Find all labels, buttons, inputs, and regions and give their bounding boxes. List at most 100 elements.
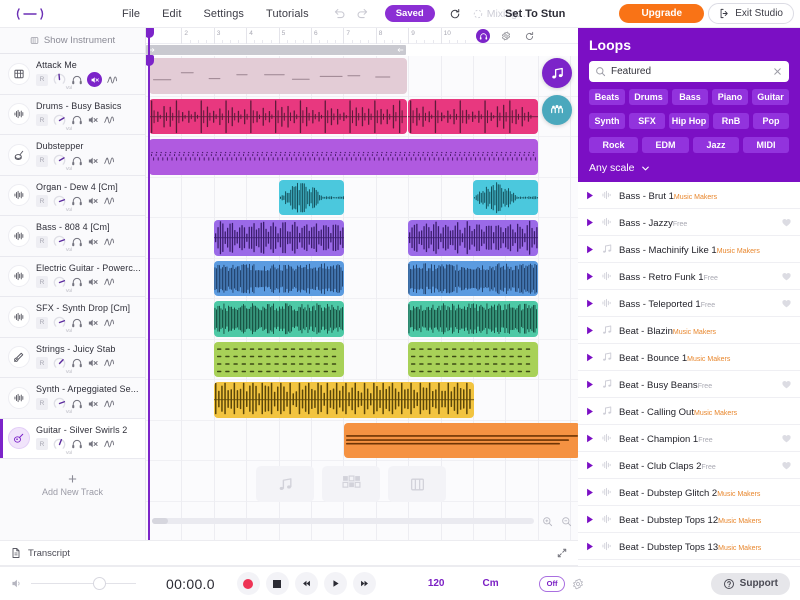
loop-preview-play-icon[interactable]	[584, 217, 595, 228]
gear-icon[interactable]	[499, 29, 513, 43]
refresh-icon[interactable]	[449, 8, 461, 20]
zoom-in-icon[interactable]	[542, 516, 553, 527]
loop-preview-play-icon[interactable]	[584, 487, 595, 498]
track-volume-knob[interactable]: Vol	[52, 315, 67, 330]
audio-clip[interactable]	[214, 382, 474, 418]
track-volume-knob[interactable]: Vol	[52, 275, 67, 290]
track-automation-icon[interactable]	[103, 236, 115, 248]
loop-list-item-13[interactable]: Beat - Dubstep Tops 13Music Makers	[578, 533, 800, 560]
track-automation-icon[interactable]	[103, 438, 115, 450]
scrollbar-thumb[interactable]	[152, 518, 168, 524]
loop-icon[interactable]	[522, 29, 536, 43]
loop-list-item-1[interactable]: Bass - JazzyFree	[578, 209, 800, 236]
audio-clip[interactable]	[214, 301, 344, 337]
track-row-6[interactable]: SFX - Synth Drop [Cm]RVol	[0, 297, 145, 338]
track-volume-knob[interactable]: Vol	[52, 396, 67, 411]
audio-clip[interactable]	[408, 342, 538, 378]
audio-clip[interactable]	[149, 99, 407, 135]
track-row-0[interactable]: Attack MeRVol	[0, 54, 145, 95]
track-solo-icon[interactable]	[71, 357, 83, 369]
track-row-2[interactable]: DubstepperRVol	[0, 135, 145, 176]
headphone-icon[interactable]	[476, 29, 490, 43]
menu-file[interactable]: File	[122, 8, 140, 20]
track-solo-icon[interactable]	[71, 276, 83, 288]
track-solo-icon[interactable]	[71, 74, 83, 86]
track-record-arm-button[interactable]: R	[36, 438, 48, 450]
audio-clip[interactable]	[408, 261, 538, 297]
favorite-icon[interactable]	[781, 379, 792, 390]
track-mute-icon[interactable]	[87, 195, 99, 207]
track-solo-icon[interactable]	[71, 398, 83, 410]
placeholder-music-note[interactable]	[256, 466, 314, 502]
track-solo-icon[interactable]	[71, 317, 83, 329]
favorite-icon[interactable]	[781, 217, 792, 228]
track-row-5[interactable]: Electric Guitar - Powerc...RVol	[0, 257, 145, 298]
loop-list-item-12[interactable]: Beat - Dubstep Tops 12Music Makers	[578, 506, 800, 533]
loop-list-item-2[interactable]: Bass - Machinify Like 1Music Makers	[578, 236, 800, 263]
volume-icon[interactable]	[10, 577, 23, 590]
placeholder-pads-grid[interactable]	[322, 466, 380, 502]
track-record-arm-button[interactable]: R	[36, 195, 48, 207]
loop-preview-play-icon[interactable]	[584, 244, 595, 255]
menu-tutorials[interactable]: Tutorials	[266, 8, 309, 20]
loop-preview-play-icon[interactable]	[584, 325, 595, 336]
upgrade-button[interactable]: Upgrade	[619, 4, 704, 23]
record-button[interactable]	[237, 572, 260, 595]
track-record-arm-button[interactable]: R	[36, 357, 48, 369]
track-automation-icon[interactable]	[103, 155, 115, 167]
menu-edit[interactable]: Edit	[162, 8, 181, 20]
track-volume-knob[interactable]: Vol	[52, 113, 67, 128]
loop-list-item-9[interactable]: Beat - Champion 1Free	[578, 425, 800, 452]
track-row-1[interactable]: Drums - Busy BasicsRVol	[0, 95, 145, 136]
track-row-9[interactable]: Guitar - Silver Swirls 2RVol	[0, 419, 145, 460]
track-automation-icon[interactable]	[103, 276, 115, 288]
zoom-out-icon[interactable]	[561, 516, 572, 527]
track-mute-icon[interactable]	[87, 317, 99, 329]
loops-search-input[interactable]	[611, 66, 767, 77]
favorite-icon[interactable]	[781, 298, 792, 309]
loop-list-item-7[interactable]: Beat - Busy BeansFree	[578, 371, 800, 398]
chip-rock[interactable]: Rock	[589, 137, 638, 153]
metronome-toggle[interactable]: Off	[539, 576, 566, 592]
track-solo-icon[interactable]	[71, 195, 83, 207]
menu-settings[interactable]: Settings	[203, 8, 244, 20]
chip-bass[interactable]: Bass	[672, 89, 708, 105]
track-row-3[interactable]: Organ - Dew 4 [Cm]RVol	[0, 176, 145, 217]
track-mute-icon[interactable]	[87, 236, 99, 248]
loop-preview-play-icon[interactable]	[584, 379, 595, 390]
track-record-arm-button[interactable]: R	[36, 276, 48, 288]
track-automation-icon[interactable]	[103, 114, 115, 126]
chip-piano[interactable]: Piano	[712, 89, 748, 105]
chip-sfx[interactable]: SFX	[629, 113, 665, 129]
volume-slider[interactable]	[31, 577, 136, 591]
loop-list-item-8[interactable]: Beat - Calling OutMusic Makers	[578, 398, 800, 425]
audio-clip[interactable]	[408, 99, 538, 135]
chip-drums[interactable]: Drums	[629, 89, 668, 105]
loop-preview-play-icon[interactable]	[584, 460, 595, 471]
loop-preview-play-icon[interactable]	[584, 433, 595, 444]
audio-clip[interactable]	[214, 342, 344, 378]
collaborators-fab[interactable]	[542, 95, 572, 125]
track-mute-icon[interactable]	[87, 276, 99, 288]
loop-preview-play-icon[interactable]	[584, 271, 595, 282]
audio-clip[interactable]	[149, 58, 407, 94]
track-solo-icon[interactable]	[71, 114, 83, 126]
track-volume-knob[interactable]: Vol	[52, 356, 67, 371]
favorite-icon[interactable]	[781, 271, 792, 282]
track-row-4[interactable]: Bass - 808 4 [Cm]RVol	[0, 216, 145, 257]
chip-rnb[interactable]: RnB	[713, 113, 749, 129]
track-record-arm-button[interactable]: R	[36, 74, 48, 86]
track-automation-icon[interactable]	[103, 195, 115, 207]
loop-list-item-4[interactable]: Bass - Teleported 1Free	[578, 290, 800, 317]
track-volume-knob[interactable]: Vol	[52, 153, 67, 168]
close-icon[interactable]	[772, 66, 783, 77]
scale-selector[interactable]: Any scale	[589, 153, 789, 182]
audio-clip[interactable]	[214, 261, 344, 297]
track-automation-icon[interactable]	[106, 74, 118, 86]
transcript-bar[interactable]: Transcript	[0, 540, 578, 566]
placeholder-piano-keys[interactable]	[388, 466, 446, 502]
volume-knob[interactable]	[93, 577, 106, 590]
favorite-icon[interactable]	[781, 433, 792, 444]
chip-guitar[interactable]: Guitar	[752, 89, 789, 105]
track-record-arm-button[interactable]: R	[36, 317, 48, 329]
